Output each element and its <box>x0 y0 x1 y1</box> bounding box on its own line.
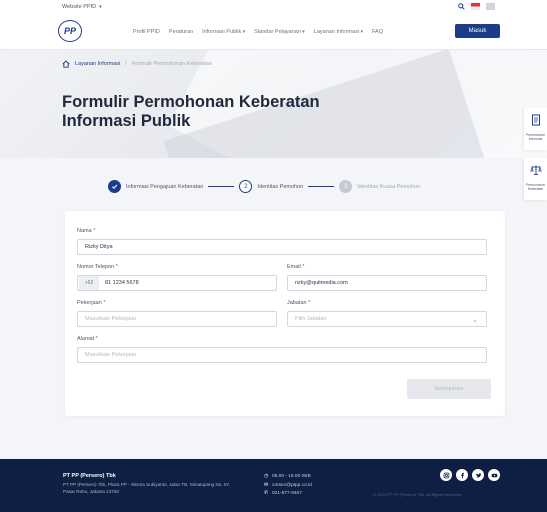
step-2-label: Identitas Pemohon <box>257 183 304 190</box>
step-3-indicator: 3 <box>339 180 353 193</box>
jabatan-select[interactable]: Pilih Jabatan ⌄ <box>287 311 487 327</box>
step-connector <box>308 186 335 187</box>
breadcrumb-item-layanan-informasi[interactable]: Layanan Informasi <box>75 61 120 67</box>
nav-item-informasi-publik[interactable]: Informasi Publik <box>202 29 245 35</box>
telepon-label: Nomor Telepon * <box>77 264 118 270</box>
top-utility-icons <box>458 3 495 12</box>
nav-item-peraturan[interactable]: Peraturan <box>169 29 193 35</box>
nav-item-layanan-informasi[interactable]: Layanan Informasi <box>314 29 363 35</box>
pekerjaan-label: Pekerjaan * <box>77 300 106 306</box>
footer-address: PT PP (Persero) Tbk, Plaza PP - Wisma Su… <box>63 482 231 494</box>
twitter-icon[interactable] <box>472 469 484 481</box>
social-links <box>440 469 500 481</box>
document-icon <box>530 113 542 131</box>
email-input[interactable]: rizky@quitmedia.com <box>287 275 487 291</box>
company-logo[interactable]: PP <box>58 20 82 42</box>
footer-copyright: © 2023 PT PP (Persero) Tbk. All Rights R… <box>373 492 463 497</box>
step-1-label: Informasi Pengajuan Keberatan <box>126 183 204 190</box>
email-label: Email * <box>287 264 305 270</box>
footer-company-name: PT PP (Persero) Tbk <box>63 473 116 479</box>
language-alt-icon[interactable] <box>486 3 495 12</box>
instagram-icon[interactable] <box>440 469 452 481</box>
phone-icon: ✆ <box>264 491 269 496</box>
floating-quick-links: Permohonan Informasi Permohonan Keberata… <box>524 108 547 200</box>
language-flag-icon[interactable] <box>471 3 480 12</box>
main-nav: Profil PPID Peraturan Informasi Publik S… <box>133 29 383 35</box>
quick-link-label: Permohonan Informasi <box>526 133 545 141</box>
chevron-down-icon: ⌄ <box>472 317 478 324</box>
login-button[interactable]: Masuk <box>455 24 500 38</box>
footer-contacts: ◷ 08.00 - 16.00 WIB ✉ corsec@ptpp.co.id ✆ 0… <box>264 473 312 499</box>
form-stepper: Informasi Pengajuan Keberatan 2 Identita… <box>108 180 420 193</box>
step-1-indicator <box>108 180 121 193</box>
alamat-label: Alamat * <box>77 336 98 342</box>
mail-icon: ✉ <box>264 482 269 488</box>
step-3-label: Identitas Kuasa Pemohon <box>357 183 421 190</box>
page-title: Formulir Permohonan Keberatan Informasi … <box>62 93 320 130</box>
jabatan-placeholder: Pilih Jabatan <box>295 316 327 322</box>
website-switcher-label: Website PPID <box>62 4 97 10</box>
country-code-prefix[interactable]: +62 <box>79 276 99 290</box>
top-strip: Website PPID ▾ <box>0 0 547 14</box>
scale-icon <box>529 163 542 181</box>
youtube-icon[interactable] <box>488 469 500 481</box>
pekerjaan-input[interactable]: Masukkan Pekerjaan <box>77 311 277 327</box>
telepon-input[interactable]: +62 81 1234 5678 <box>77 275 277 291</box>
footer-email[interactable]: corsec@ptpp.co.id <box>272 483 312 488</box>
home-icon[interactable] <box>62 60 70 68</box>
next-button[interactable]: Selanjutnya <box>407 379 491 399</box>
nav-item-profil-ppid[interactable]: Profil PPID <box>133 29 160 35</box>
alamat-input[interactable]: Masukkan Pekerjaan <box>77 347 487 363</box>
website-switcher[interactable]: Website PPID ▾ <box>62 4 102 10</box>
quick-link-label: Permohonan Keberatan <box>526 183 545 191</box>
nav-item-standar-pelayanan[interactable]: Standar Pelayanan <box>254 29 305 35</box>
main-header: PP Profil PPID Peraturan Informasi Publi… <box>0 14 547 50</box>
breadcrumb-item-current: Formulir Permohonan Keberatan <box>131 60 212 67</box>
telepon-value: 81 1234 5678 <box>105 280 139 286</box>
step-2-indicator: 2 <box>239 180 253 193</box>
hero-banner: Layanan Informasi / Formulir Permohonan … <box>0 50 547 158</box>
nama-input[interactable]: Rizky Ditya <box>77 239 487 255</box>
jabatan-label: Jabatan * <box>287 300 311 306</box>
chevron-down-icon: ▾ <box>99 4 102 10</box>
search-icon[interactable] <box>458 3 465 12</box>
facebook-icon[interactable] <box>456 469 468 481</box>
nav-item-faq[interactable]: FAQ <box>372 29 383 35</box>
breadcrumb-separator: / <box>125 60 127 67</box>
footer-hours: 08.00 - 16.00 WIB <box>272 474 311 479</box>
step-connector <box>208 186 235 187</box>
nama-label: Nama * <box>77 228 96 234</box>
quick-link-permohonan-informasi[interactable]: Permohonan Informasi <box>524 108 547 150</box>
site-footer: PT PP (Persero) Tbk PT PP (Persero) Tbk,… <box>0 459 547 512</box>
breadcrumb: Layanan Informasi / Formulir Permohonan … <box>62 60 212 68</box>
form-card: Nama * Rizky Ditya Nomor Telepon * +62 8… <box>65 211 505 416</box>
clock-icon: ◷ <box>264 474 269 479</box>
footer-phone[interactable]: 021-877-8467 <box>272 491 302 496</box>
quick-link-permohonan-keberatan[interactable]: Permohonan Keberatan <box>524 158 547 200</box>
check-icon <box>112 184 118 190</box>
